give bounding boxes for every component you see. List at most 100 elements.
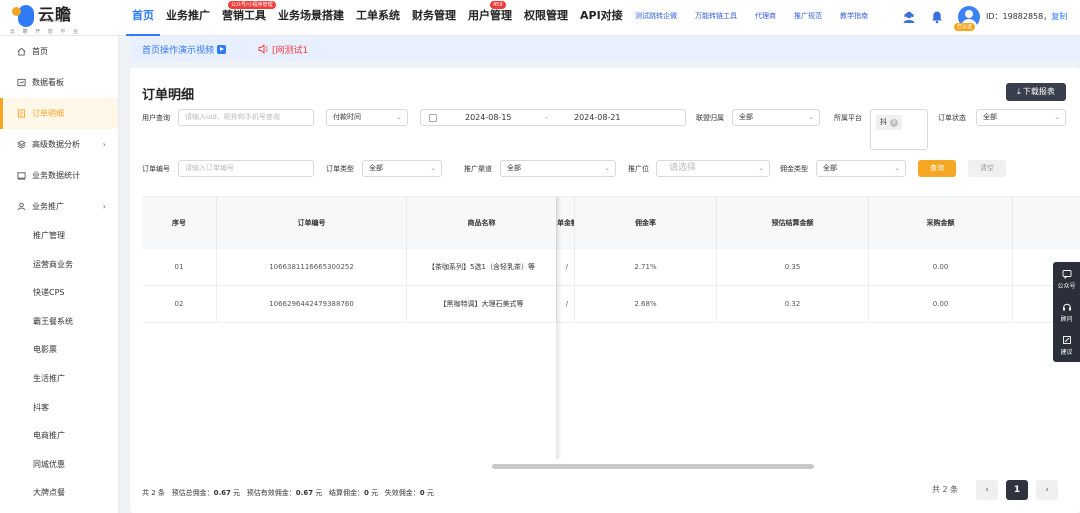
th-index: 序号 xyxy=(142,197,217,249)
user-query-input[interactable]: 请输入uid、昵称和手机号查询 xyxy=(178,109,314,126)
commission-type-select[interactable]: 全部 ⌄ xyxy=(816,160,906,177)
link-agent[interactable]: 代理商 xyxy=(746,0,785,36)
chevron-down-icon: ⌄ xyxy=(894,164,900,172)
cell-commission-rate: 2.71% xyxy=(575,249,717,286)
nav-permission[interactable]: 权限管理 xyxy=(518,0,574,36)
table-row[interactable]: 01 1066381116665300252 【茶咖系列】5选1（含轻乳茶）等 … xyxy=(142,249,1080,286)
pager-total: 共 2 条 xyxy=(932,485,959,494)
chevron-down-icon: ⌄ xyxy=(1054,113,1060,121)
close-icon[interactable]: × xyxy=(890,119,898,127)
sidebar-sub-free-meal[interactable]: 霸王餐系统 xyxy=(0,308,118,337)
platform-label: 所属平台 xyxy=(834,114,862,122)
verified-tag: 已认证 xyxy=(954,23,976,31)
link-promo-rules[interactable]: 推广规范 xyxy=(785,0,831,36)
nav-finance[interactable]: 财务管理 xyxy=(406,0,462,36)
play-icon xyxy=(217,45,227,54)
chevron-down-icon: ⌄ xyxy=(808,113,814,121)
analysis-icon xyxy=(17,140,26,149)
platform-tag: 抖 × xyxy=(876,115,902,130)
logo-subtitle: 云 瞻 开 放 平 台 xyxy=(10,29,81,35)
link-convert-tool[interactable]: 万能转链工具 xyxy=(686,0,746,36)
cell-index: 02 xyxy=(142,286,217,323)
date-range-picker[interactable]: 2024-08-15 - 2024-08-21 xyxy=(420,109,686,126)
sidebar-sub-express-cps[interactable]: 快递CPS xyxy=(0,279,118,308)
order-type-select[interactable]: 全部 ⌄ xyxy=(362,160,442,177)
main-nav: 首页 业务推广 营销工具 公众号/小程序管理 业务场景搭建 工单系统 财务管理 用… xyxy=(126,0,629,36)
link-tutorial[interactable]: 教学指南 xyxy=(831,0,877,36)
search-button[interactable]: 查询 xyxy=(918,160,956,177)
position-select[interactable]: 请选择 ⌄ xyxy=(656,160,770,177)
sidebar-item-advanced-analysis[interactable]: 高级数据分析 › xyxy=(0,129,118,160)
sidebar-item-order-detail[interactable]: 订单明细 xyxy=(0,98,118,129)
float-wechat-official[interactable]: 公众号 xyxy=(1053,264,1080,297)
link-wecom-test[interactable]: 测试跳转企微 xyxy=(626,0,686,36)
sidebar-sub-local-deals[interactable]: 同城优惠 xyxy=(0,451,118,480)
headset-icon xyxy=(1062,303,1071,311)
nav-scene-build[interactable]: 业务场景搭建 xyxy=(272,0,350,36)
download-report-button[interactable]: ⤓ 下载报表 xyxy=(1006,83,1066,101)
stats-icon xyxy=(17,172,26,180)
order-table: 序号 订单编号 商品名称 单金额 佣金率 预估结算金额 采购金额 01 1066… xyxy=(142,196,1080,468)
sidebar-item-business-stats[interactable]: 业务数据统计 xyxy=(0,160,118,191)
float-advisor[interactable]: 顾问 xyxy=(1053,297,1080,330)
commission-type-label: 佣金类型 xyxy=(780,165,808,173)
time-type-select[interactable]: 付款时间 ⌄ xyxy=(326,109,408,126)
bell-icon[interactable] xyxy=(930,10,944,24)
user-manage-badge: 459 xyxy=(490,1,506,9)
sidebar-sub-life-promo[interactable]: 生活推广 xyxy=(0,365,118,394)
order-no-input[interactable]: 请输入订单编号 xyxy=(178,160,314,177)
sidebar-item-dashboard[interactable]: 数据看板 xyxy=(0,67,118,98)
cell-commission-rate: 2.68% xyxy=(575,286,717,323)
nav-business-promo[interactable]: 业务推广 xyxy=(160,0,216,36)
sidebar-sub-movie[interactable]: 电影票 xyxy=(0,336,118,365)
user-query-label: 用户查询 xyxy=(142,114,170,122)
home-icon xyxy=(17,47,26,56)
alliance-select[interactable]: 全部 ⌄ xyxy=(732,109,820,126)
platform-select[interactable]: 抖 × xyxy=(870,109,928,150)
pager-prev-button[interactable]: ‹ xyxy=(976,480,998,500)
chevron-down-icon: › xyxy=(102,202,106,211)
nav-api[interactable]: API对接 xyxy=(574,0,629,36)
pager-next-button[interactable]: › xyxy=(1036,480,1058,500)
position-label: 推广位 xyxy=(628,165,649,173)
nav-user-manage[interactable]: 用户管理 459 xyxy=(462,0,518,36)
date-separator: - xyxy=(545,113,548,122)
sidebar-sub-douke[interactable]: 抖客 xyxy=(0,394,118,423)
chevron-down-icon: ⌄ xyxy=(758,164,764,172)
table-row[interactable]: 02 1066296442479388760 【黑咖特调】大理石美式等 / 2.… xyxy=(142,286,1080,323)
sidebar-sub-brand-order[interactable]: 大牌点餐 xyxy=(0,479,118,508)
cell-est-settle: 0.35 xyxy=(717,249,869,286)
cell-est-settle: 0.32 xyxy=(717,286,869,323)
chevron-down-icon: ⌄ xyxy=(604,164,610,172)
clear-button[interactable]: 清空 xyxy=(968,160,1006,177)
horizontal-scrollbar[interactable] xyxy=(492,464,814,469)
order-status-select[interactable]: 全部 ⌄ xyxy=(976,109,1066,126)
channel-select[interactable]: 全部 ⌄ xyxy=(500,160,616,177)
secondary-nav: 测试跳转企微 万能转链工具 代理商 推广规范 教学指南 xyxy=(626,0,877,36)
nav-ticket-system[interactable]: 工单系统 xyxy=(350,0,406,36)
alliance-label: 联盟归属 xyxy=(696,114,724,122)
service-icon[interactable] xyxy=(902,10,916,24)
order-no-label: 订单编号 xyxy=(142,165,170,173)
sidebar-sub-carrier[interactable]: 运营商业务 xyxy=(0,251,118,280)
th-purchase-amount: 采购金额 xyxy=(869,197,1013,249)
order-detail-card: 订单明细 ⤓ 下载报表 用户查询 请输入uid、昵称和手机号查询 付款时间 ⌄ 2… xyxy=(130,68,1080,513)
sidebar-sub-promo-manage[interactable]: 推广管理 xyxy=(0,222,118,251)
commission-summary: 共 2 条 预估总佣金：0.67 元 预估有效佣金：0.67 元 结算佣金：0 … xyxy=(142,489,434,497)
sidebar-sub-ecommerce[interactable]: 电商推广 xyxy=(0,422,118,451)
nav-marketing-tools[interactable]: 营销工具 公众号/小程序管理 xyxy=(216,0,276,36)
float-suggestion[interactable]: 建议 xyxy=(1053,330,1080,363)
demo-video-link[interactable]: 首页操作演示视频 xyxy=(142,43,227,56)
message-icon xyxy=(1062,270,1071,279)
logo-en: YUNZHAN xyxy=(40,18,64,23)
nav-home[interactable]: 首页 xyxy=(126,0,160,36)
cell-purchase-amount: 0.00 xyxy=(869,249,1013,286)
notice-text[interactable]: [网测试1 xyxy=(272,43,308,56)
dashboard-icon xyxy=(17,78,26,87)
pager-page-1[interactable]: 1 xyxy=(1006,480,1028,500)
sidebar: 首页 数据看板 订单明细 高级数据分析 › 业务数据统计 业务推广 › 推广管理… xyxy=(0,36,119,513)
copy-id-button[interactable]: 复制 xyxy=(1051,12,1067,21)
logo[interactable]: 云瞻 YUNZHAN 云 瞻 开 放 平 台 xyxy=(10,3,110,35)
sidebar-item-business-promo[interactable]: 业务推广 › xyxy=(0,191,118,222)
sidebar-item-home[interactable]: 首页 xyxy=(0,36,118,67)
